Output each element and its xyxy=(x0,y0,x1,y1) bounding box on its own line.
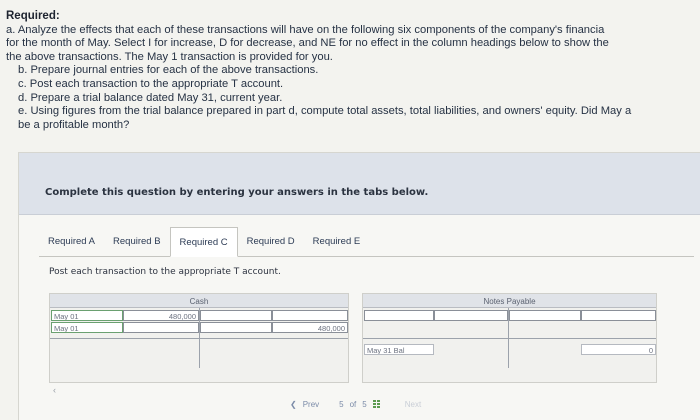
cash-row2-date[interactable]: May 01 xyxy=(51,322,123,333)
question-panel: Complete this question by entering your … xyxy=(18,152,700,420)
cash-row1-date-credit[interactable] xyxy=(200,310,272,321)
instruction-c: c. Post each transaction to the appropri… xyxy=(18,77,284,90)
notes-balance-label: May 31 Bal xyxy=(364,344,434,355)
notes-row1-date-debit[interactable] xyxy=(364,310,434,321)
t-account-rule xyxy=(363,338,656,339)
instruction-d: d. Prepare a trial balance dated May 31,… xyxy=(18,91,283,104)
t-account-rule xyxy=(50,338,348,339)
instruction-e-line2: be a profitable month? xyxy=(18,118,130,131)
tab-required-b[interactable]: Required B xyxy=(104,227,170,257)
grid-icon[interactable] xyxy=(372,400,383,409)
instruction-a-line2: for the month of May. Select I for incre… xyxy=(6,37,609,50)
cash-t-account: Cash May 01 480,000 May 01 480,000 xyxy=(49,293,349,383)
page-of: of xyxy=(349,400,357,409)
next-button[interactable]: Next xyxy=(405,400,421,409)
prev-button[interactable]: Prev xyxy=(303,400,319,409)
panel-header: Complete this question by entering your … xyxy=(19,153,700,215)
notes-payable-title: Notes Payable xyxy=(363,294,656,308)
cash-row1-debit[interactable]: 480,000 xyxy=(123,310,199,321)
cash-row2-debit[interactable] xyxy=(123,322,199,333)
scroll-left-arrow-icon[interactable]: ‹ xyxy=(53,385,56,395)
notes-row1-credit[interactable] xyxy=(581,310,656,321)
page-total: 5 xyxy=(362,400,367,409)
tab-required-e[interactable]: Required E xyxy=(304,227,370,257)
page-current: 5 xyxy=(339,400,344,409)
tab-instruction: Post each transaction to the appropriate… xyxy=(49,267,281,277)
cash-row2-date-credit[interactable] xyxy=(200,322,272,333)
cash-row2-credit[interactable]: 480,000 xyxy=(272,322,348,333)
tab-bar: Required A Required B Required C Require… xyxy=(39,227,694,257)
instructions-block: Required: a. Analyze the effects that ea… xyxy=(6,10,700,132)
instruction-a-line3: the above transactions. The May 1 transa… xyxy=(6,50,333,63)
prev-arrow-icon[interactable]: ❮ xyxy=(290,400,297,409)
required-heading: Required: xyxy=(6,10,60,22)
notes-balance-value: 0 xyxy=(581,344,656,355)
tab-required-c[interactable]: Required C xyxy=(169,227,238,257)
notes-payable-t-account: Notes Payable May 31 Bal 0 xyxy=(362,293,657,383)
instruction-a-line1: a. Analyze the effects that each of thes… xyxy=(6,23,605,36)
cash-row1-credit[interactable] xyxy=(272,310,348,321)
instruction-e-line1: e. Using figures from the trial balance … xyxy=(18,105,632,118)
notes-row1-debit[interactable] xyxy=(434,310,508,321)
notes-row1-date-credit[interactable] xyxy=(509,310,581,321)
tab-required-a[interactable]: Required A xyxy=(39,227,104,257)
pagination: ❮ Prev 5 of 5 Next xyxy=(290,400,421,409)
cash-row1-date[interactable]: May 01 xyxy=(51,310,123,321)
instruction-b: b. Prepare journal entries for each of t… xyxy=(18,64,319,77)
tab-required-d[interactable]: Required D xyxy=(238,227,304,257)
cash-account-title: Cash xyxy=(50,294,348,308)
